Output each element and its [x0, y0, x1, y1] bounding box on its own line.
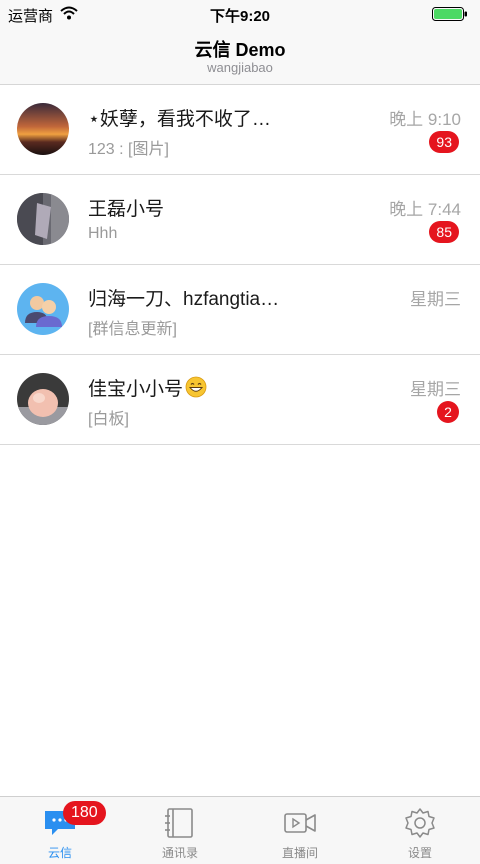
avatar	[17, 373, 69, 425]
session-preview: [白板]	[88, 411, 129, 428]
unread-badge: 2	[437, 401, 459, 423]
session-preview: 123 : [图片]	[88, 141, 169, 158]
session-name: 王磊小号	[88, 199, 165, 220]
contacts-book-icon	[165, 808, 193, 838]
status-bar: 运营商 下午9:20	[0, 0, 480, 28]
unread-badge: 85	[429, 221, 459, 243]
gear-icon	[405, 808, 435, 838]
navigation-bar: 云信 Demo wangjiabao	[0, 28, 480, 85]
account-name: wangjiabao	[207, 60, 273, 75]
session-name: 归海一刀、hzfangtia…	[88, 289, 280, 310]
tab-label: 直播间	[281, 846, 318, 860]
session-row[interactable]: 归海一刀、hzfangtia… [群信息更新] 星期三	[0, 265, 480, 355]
avatar	[17, 193, 69, 245]
battery-icon	[432, 7, 467, 21]
session-name: 佳宝小小号	[88, 374, 207, 401]
session-time: 星期三	[410, 290, 461, 309]
grinning-emoji-icon	[185, 376, 207, 398]
tab-settings[interactable]: 设置	[360, 797, 480, 864]
video-camera-icon	[284, 813, 316, 833]
status-time: 下午9:20	[209, 8, 271, 25]
group-avatar-icon	[17, 283, 69, 335]
tab-label: 通讯录	[161, 846, 198, 860]
tab-contacts[interactable]: 通讯录	[120, 797, 240, 864]
tab-unread-badge: 180	[63, 801, 106, 825]
session-row[interactable]: 佳宝小小号 [白板] 星期三 2	[0, 355, 480, 445]
tab-label: 设置	[407, 846, 432, 860]
tab-label: 云信	[47, 846, 72, 860]
session-time: 晚上 7:44	[389, 200, 461, 219]
session-time: 晚上 9:10	[389, 110, 461, 129]
session-preview: Hhh	[88, 225, 118, 242]
tab-bar: 180 云信 通讯录 直播间 设置	[0, 796, 480, 864]
avatar	[17, 103, 69, 155]
session-name: ⋆妖孽，看我不收了…	[88, 109, 271, 130]
session-row[interactable]: 王磊小号 Hhh 晚上 7:44 85	[0, 175, 480, 265]
page-title: 云信 Demo	[194, 40, 286, 60]
tab-live[interactable]: 直播间	[240, 797, 360, 864]
session-list: ⋆妖孽，看我不收了… 123 : [图片] 晚上 9:10 93 王磊小号 Hh…	[0, 85, 480, 445]
session-time: 星期三	[410, 380, 461, 399]
tab-yunxin[interactable]: 180 云信	[0, 797, 120, 864]
session-row[interactable]: ⋆妖孽，看我不收了… 123 : [图片] 晚上 9:10 93	[0, 85, 480, 175]
unread-badge: 93	[429, 131, 459, 153]
session-preview: [群信息更新]	[88, 321, 177, 338]
